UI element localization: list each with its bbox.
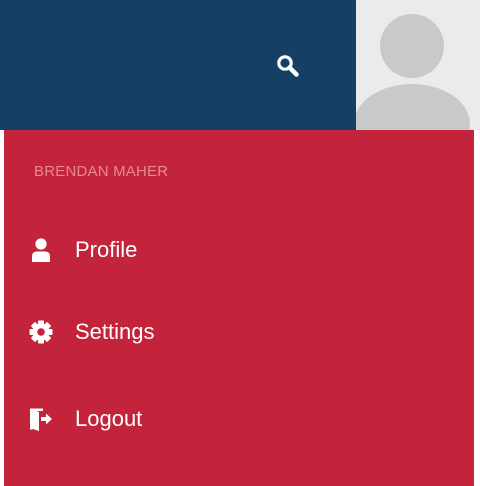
avatar[interactable] <box>356 0 480 130</box>
search-button[interactable] <box>268 50 308 86</box>
menu-item-label: Settings <box>75 319 155 344</box>
search-icon <box>275 53 301 84</box>
menu-item-label: Profile <box>75 237 138 262</box>
app-window: BRENDAN MAHER Profile Settings Logout <box>0 0 480 486</box>
logout-icon <box>28 406 54 432</box>
gear-icon <box>28 319 54 345</box>
menu-item-profile[interactable]: Profile <box>4 220 474 280</box>
default-avatar-icon <box>356 14 480 130</box>
menu-item-settings[interactable]: Settings <box>4 302 474 362</box>
top-bar <box>0 0 356 130</box>
user-icon <box>28 237 54 263</box>
username-label: BRENDAN MAHER <box>34 163 169 180</box>
menu-item-label: Logout <box>75 406 143 431</box>
menu-item-logout[interactable]: Logout <box>4 389 474 449</box>
user-dropdown-menu: BRENDAN MAHER Profile Settings Logout <box>4 130 474 486</box>
